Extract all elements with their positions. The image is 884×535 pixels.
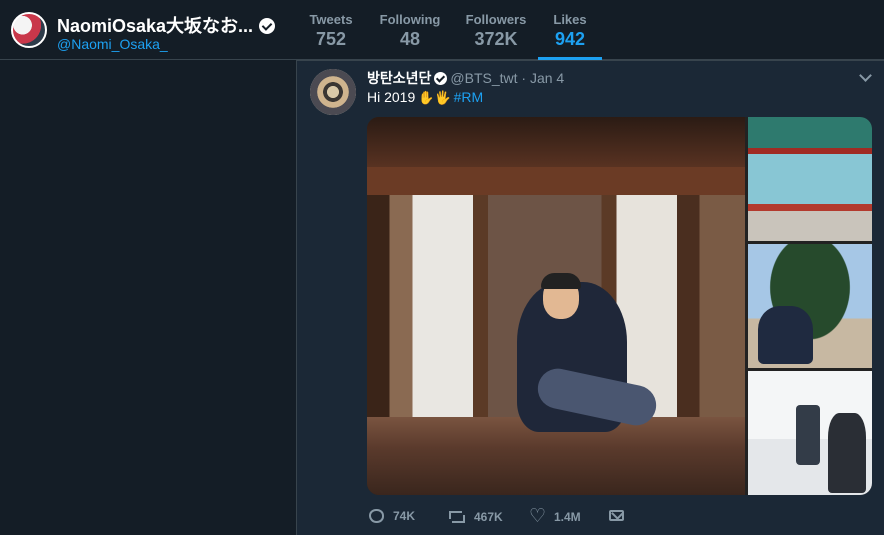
profile-avatar[interactable] (11, 12, 47, 48)
like-button[interactable]: 1.4M (529, 505, 581, 527)
tweet-media-grid (367, 117, 872, 495)
tweet-photo-4[interactable] (748, 371, 872, 495)
like-count: 1.4M (554, 510, 581, 524)
stat-tweets[interactable]: Tweets 752 (305, 12, 357, 60)
stat-label: Likes (553, 12, 587, 27)
stat-label: Followers (465, 12, 527, 27)
tweet-author-avatar[interactable] (310, 69, 356, 115)
like-icon (529, 505, 546, 527)
tweet-author-handle[interactable]: @BTS_twt (450, 70, 517, 86)
profile-name-row[interactable]: NaomiOsaka大坂なお... (57, 12, 276, 38)
photo-beam-shape (367, 167, 745, 195)
tweet-author-name[interactable]: 방탄소년단 (367, 70, 431, 86)
tweet-header: 방탄소년단 @BTS_twt · Jan 4 (367, 68, 564, 88)
verified-badge-icon (434, 72, 448, 85)
profile-handle[interactable]: @Naomi_Osaka_ (57, 36, 168, 52)
direct-message-button[interactable] (609, 509, 633, 521)
reply-count: 74K (393, 509, 416, 523)
verified-badge-icon (259, 18, 276, 34)
retweet-button[interactable]: 467K (449, 509, 503, 525)
tweet-hashtag-link[interactable]: #RM (454, 89, 484, 105)
caret-down-icon[interactable] (859, 69, 872, 82)
retweet-count: 467K (474, 510, 503, 524)
tweet-photo-main[interactable] (367, 117, 745, 495)
stat-value: 48 (399, 29, 421, 49)
reply-icon (369, 509, 384, 523)
profile-name[interactable]: NaomiOsaka大坂なお... (57, 16, 253, 36)
stat-value: 372K (474, 29, 518, 49)
photo-roof-shape (367, 117, 745, 169)
tweet-text: Hi 2019 ✋🖐 #RM (367, 89, 483, 106)
stat-label: Tweets (309, 12, 353, 27)
stat-label: Following (379, 12, 441, 27)
tweet-date[interactable]: · Jan 4 (521, 70, 564, 86)
stat-following[interactable]: Following 48 (378, 12, 442, 60)
left-column (0, 60, 297, 535)
retweet-icon (449, 509, 465, 525)
stat-likes[interactable]: Likes 942 (538, 12, 602, 60)
stat-followers[interactable]: Followers 372K (465, 12, 527, 60)
tweet-photo-2[interactable] (748, 117, 872, 241)
direct-message-icon (609, 510, 624, 521)
stat-value: 942 (554, 29, 586, 49)
tweet-photo-3[interactable] (748, 244, 872, 368)
profile-header: NaomiOsaka大坂なお... @Naomi_Osaka_ Tweets 7… (0, 0, 884, 60)
photo-cap-shape (541, 273, 581, 289)
tweet-card[interactable]: 방탄소년단 @BTS_twt · Jan 4 Hi 2019 ✋🖐 #RM 74K 4… (297, 60, 884, 535)
reply-button[interactable]: 74K (369, 509, 415, 523)
wave-hands-emoji: ✋🖐 (418, 90, 451, 105)
tweet-text-body: Hi 2019 (367, 89, 416, 105)
stat-value: 752 (315, 29, 347, 49)
